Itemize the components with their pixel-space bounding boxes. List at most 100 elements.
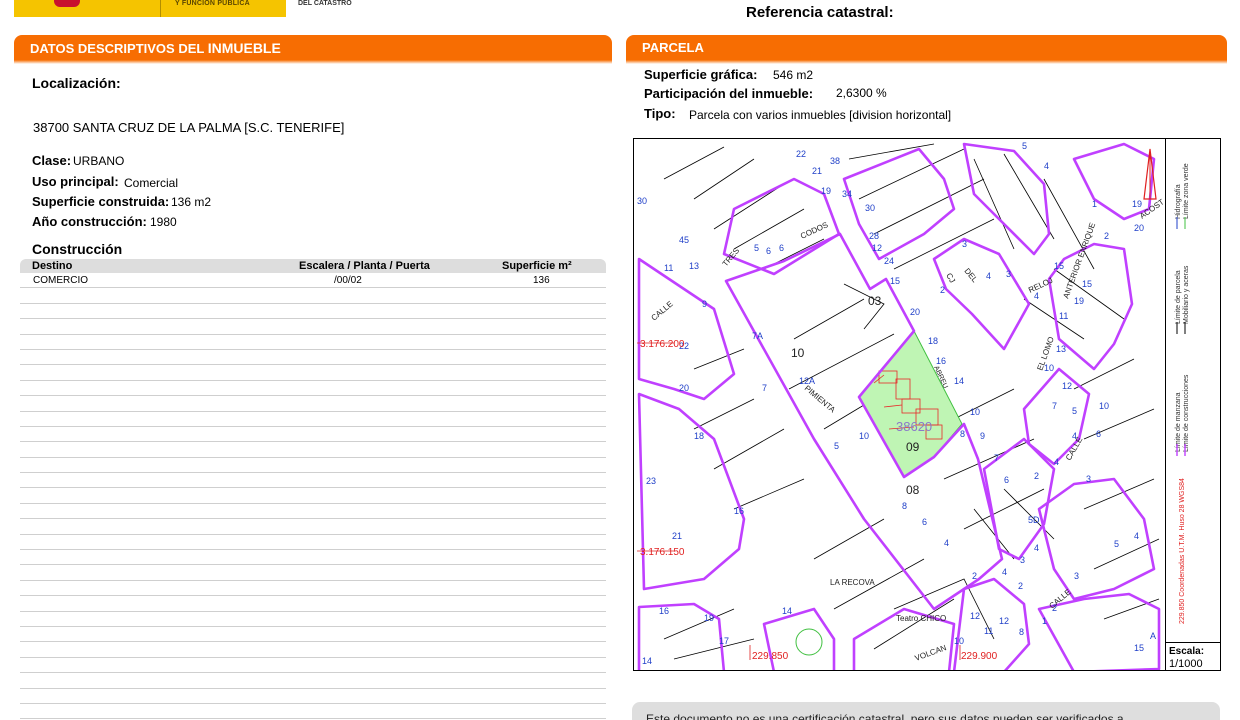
svg-text:4: 4 — [1034, 543, 1039, 553]
tipo-label: Tipo: — [644, 106, 676, 121]
table-row-empty — [20, 473, 606, 489]
svg-text:12: 12 — [970, 611, 980, 621]
teatro-chico-label: Teatro CHICO — [896, 614, 946, 623]
construccion-table: Destino Escalera / Planta / Puerta Super… — [20, 259, 606, 720]
datos-descriptivos-header: DATOS DESCRIPTIVOS DEL INMUEBLE — [14, 35, 612, 64]
svg-text:6: 6 — [779, 243, 784, 253]
street-calle-3: CALLE — [1064, 436, 1084, 462]
table-row-empty — [20, 535, 606, 551]
svg-text:3: 3 — [1074, 571, 1079, 581]
svg-text:6: 6 — [922, 517, 927, 527]
coat-of-arms-icon — [54, 0, 80, 7]
svg-text:6: 6 — [766, 246, 771, 256]
sup-grafica-value: 546 m2 — [773, 68, 814, 82]
table-row-empty — [20, 612, 606, 627]
table-row-empty — [20, 504, 606, 520]
svg-text:15: 15 — [890, 276, 900, 286]
legend-zona-verde: Límite zona verde — [1183, 163, 1190, 219]
table-row-empty — [20, 596, 606, 612]
table-row-empty — [20, 704, 606, 720]
table-row-empty — [20, 442, 606, 458]
svg-text:38: 38 — [830, 156, 840, 166]
participacion-label: Participación del inmueble: — [644, 86, 814, 101]
svg-text:10: 10 — [954, 636, 964, 646]
svg-text:5: 5 — [754, 243, 759, 253]
svg-text:3: 3 — [1020, 555, 1025, 565]
svg-text:2: 2 — [972, 571, 977, 581]
svg-text:16: 16 — [734, 506, 744, 516]
svg-text:2: 2 — [1104, 231, 1109, 241]
empty-rows — [20, 288, 606, 720]
svg-text:2: 2 — [1018, 581, 1023, 591]
svg-text:13: 13 — [689, 261, 699, 271]
street-codos: CODOS — [799, 220, 829, 241]
map-svg: 222138 19 3430 281224 152018 161410 8 97 6… — [637, 141, 1165, 670]
legend-separator — [1165, 139, 1166, 670]
street-acost: ACOST — [1138, 197, 1165, 220]
svg-text:10: 10 — [859, 431, 869, 441]
highlighted-parcel — [858, 330, 963, 478]
coord-system-label: 229.850 Coordenadas U.T.M. Huso 28 WGS84 — [1179, 478, 1186, 624]
col-escalera: Escalera / Planta / Puerta — [299, 260, 430, 272]
lot-10: 10 — [791, 346, 805, 360]
svg-text:45: 45 — [679, 235, 689, 245]
scale-label: Escala: — [1169, 646, 1205, 657]
table-row-empty — [20, 319, 606, 335]
anio-value: 1980 — [150, 215, 177, 229]
svg-text:4: 4 — [944, 538, 949, 548]
svg-text:3: 3 — [1086, 474, 1091, 484]
svg-text:10: 10 — [1099, 401, 1109, 411]
svg-text:19: 19 — [1132, 199, 1142, 209]
svg-text:19: 19 — [821, 186, 831, 196]
svg-text:14: 14 — [954, 376, 964, 386]
svg-text:2: 2 — [940, 285, 945, 295]
svg-text:6: 6 — [1096, 429, 1101, 439]
street-pimienta: PIMIENTA — [803, 384, 838, 415]
svg-text:21: 21 — [672, 531, 682, 541]
svg-text:14: 14 — [642, 656, 652, 666]
svg-text:4: 4 — [1002, 567, 1007, 577]
sup-grafica-label: Superficie gráfica: — [644, 67, 758, 82]
cell-superficie: 136 — [533, 275, 550, 286]
table-row-empty — [20, 304, 606, 320]
green-circle — [795, 628, 823, 656]
svg-text:3: 3 — [962, 239, 967, 249]
uso-label: Uso principal: — [32, 174, 119, 189]
svg-text:8: 8 — [960, 429, 965, 439]
svg-text:14: 14 — [782, 606, 792, 616]
table-row-empty — [20, 335, 606, 350]
svg-text:5: 5 — [1072, 406, 1077, 416]
legend-hidrografia: Hidrografía — [1175, 184, 1182, 219]
table-row-empty — [20, 288, 606, 304]
clase-value: URBANO — [73, 154, 125, 168]
parcela-header: PARCELA — [626, 35, 1227, 64]
svg-text:5: 5 — [1114, 539, 1119, 549]
street-calle-1: CALLE — [650, 299, 675, 322]
construccion-title: Construcción — [32, 241, 123, 257]
svg-text:3: 3 — [1006, 269, 1011, 279]
svg-text:24: 24 — [884, 256, 894, 266]
legend-construcciones: Límite de construcciones — [1183, 374, 1190, 452]
legend-manzana: Límite de manzana — [1175, 392, 1182, 452]
svg-text:12: 12 — [872, 243, 882, 253]
svg-text:4: 4 — [1054, 457, 1059, 467]
svg-text:12: 12 — [999, 616, 1009, 626]
svg-text:18: 18 — [928, 336, 938, 346]
north-arrow-icon — [1143, 148, 1157, 200]
table-header: Destino Escalera / Planta / Puerta Super… — [20, 259, 606, 273]
svg-text:1: 1 — [1042, 616, 1047, 626]
coord-y-top: 3.176.200 — [640, 339, 685, 350]
legend-parcela: Límite de parcela — [1175, 270, 1182, 324]
la-recova-label: LA RECOVA — [830, 578, 875, 587]
anio-label: Año construcción: — [32, 214, 147, 229]
svg-text:34: 34 — [842, 189, 852, 199]
svg-text:30: 30 — [865, 203, 875, 213]
svg-text:12: 12 — [1062, 381, 1072, 391]
svg-text:9: 9 — [702, 299, 707, 309]
parcel-number: 38620 — [896, 419, 932, 434]
svg-text:9: 9 — [980, 431, 985, 441]
svg-text:13: 13 — [1056, 344, 1066, 354]
scale-value: 1/1000 — [1169, 658, 1203, 670]
footer-note: Este documento no es una certificación c… — [632, 702, 1220, 720]
table-row-empty — [20, 689, 606, 704]
